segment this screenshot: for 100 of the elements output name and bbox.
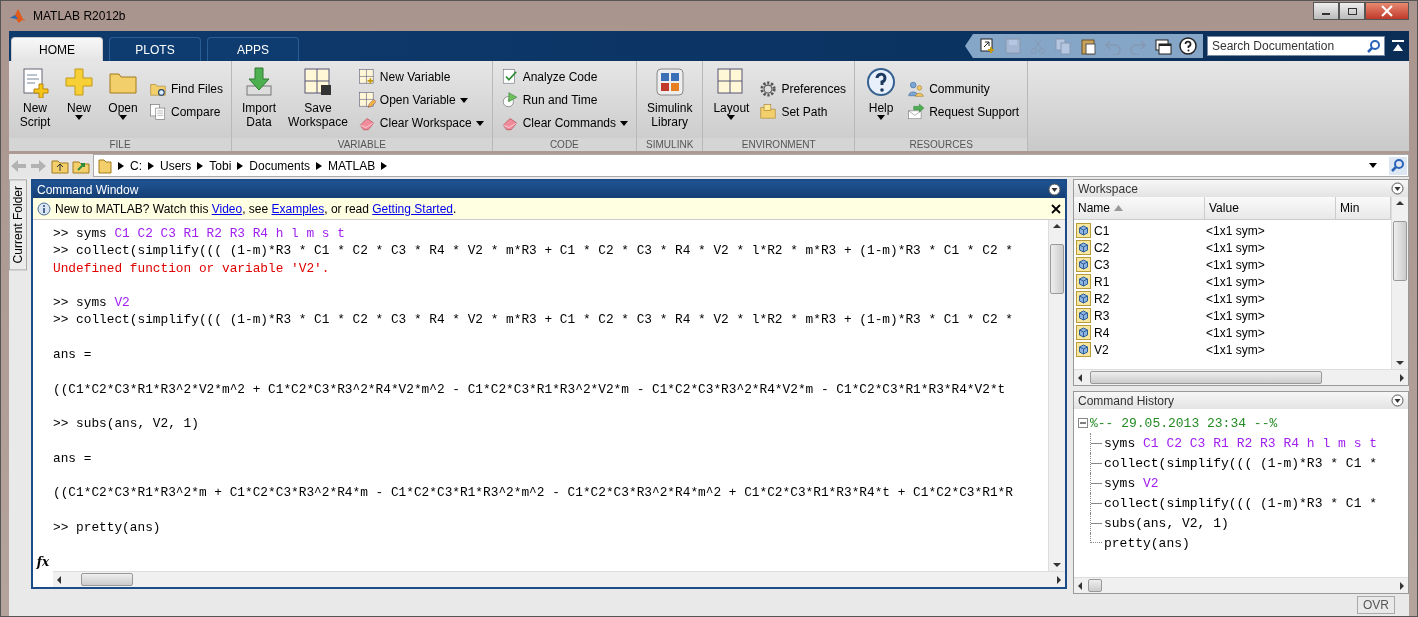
shortcut-icon[interactable]: [979, 37, 997, 55]
ribbon-button[interactable]: Clear Commands: [498, 113, 631, 133]
variable-name[interactable]: R3: [1094, 308, 1110, 323]
minimize-button[interactable]: [1313, 2, 1339, 20]
scrollbar-thumb[interactable]: [1088, 579, 1102, 592]
link[interactable]: Getting Started: [372, 201, 453, 216]
path-segment[interactable]: C:: [130, 158, 142, 173]
ribbon-button[interactable]: Find Files: [147, 78, 225, 99]
ribbon-button[interactable]: Set Path: [757, 101, 849, 122]
scrollbar-thumb[interactable]: [81, 573, 133, 586]
ribbon-button[interactable]: Community: [905, 78, 1022, 99]
ribbon-button[interactable]: Compare: [147, 101, 225, 122]
search-icon[interactable]: [1389, 156, 1407, 175]
history-session-label[interactable]: %-- 29.05.2013 23:34 --%: [1090, 415, 1278, 431]
cube-icon: [1076, 274, 1091, 289]
history-entry[interactable]: pretty(ans): [1102, 535, 1190, 551]
scrollbar-thumb[interactable]: [1050, 244, 1064, 294]
ribbon-button[interactable]: Save Workspace: [284, 64, 352, 138]
panel-menu-icon[interactable]: [1048, 183, 1061, 196]
close-button[interactable]: [1365, 2, 1409, 20]
maximize-button[interactable]: [1339, 2, 1365, 20]
section-title: SIMULINK: [637, 138, 703, 151]
horizontal-scrollbar[interactable]: [1074, 369, 1408, 385]
ribbon-button[interactable]: Simulink Library: [643, 64, 697, 138]
ribbon-button[interactable]: New: [59, 64, 99, 138]
scrollbar-thumb[interactable]: [1393, 221, 1407, 281]
variable-name[interactable]: C3: [1094, 257, 1110, 272]
history-entry[interactable]: subs(ans, V2, 1): [1102, 515, 1229, 531]
dropdown-caret-icon[interactable]: [1369, 163, 1377, 168]
ribbon-button[interactable]: New Variable: [355, 67, 486, 87]
search-icon[interactable]: [1367, 39, 1381, 53]
chevron-icon[interactable]: [197, 161, 204, 170]
panel-menu-icon[interactable]: [1391, 394, 1404, 407]
download-arrow-icon: [243, 66, 275, 98]
current-folder-tab[interactable]: Current Folder: [9, 179, 27, 271]
variable-name[interactable]: R2: [1094, 291, 1110, 306]
column-header[interactable]: Value: [1205, 197, 1336, 219]
path-segment[interactable]: Tobi: [209, 158, 232, 173]
ribbon-button[interactable]: Run and Time: [498, 90, 631, 110]
variable-value: <1x1 sym>: [1206, 308, 1265, 323]
function-browser-button[interactable]: fx: [36, 555, 50, 569]
info-icon: [37, 201, 51, 216]
output-line: ans =: [53, 449, 92, 468]
horizontal-scrollbar[interactable]: [1074, 577, 1408, 593]
windows-icon[interactable]: [1154, 37, 1172, 55]
panel-menu-icon[interactable]: [1391, 182, 1404, 195]
chevron-icon[interactable]: [381, 161, 388, 170]
ribbon-button[interactable]: Layout: [709, 64, 754, 138]
path-segment[interactable]: Users: [160, 158, 192, 173]
path-segment[interactable]: MATLAB: [328, 158, 376, 173]
column-header[interactable]: Name: [1074, 197, 1205, 219]
vertical-scrollbar[interactable]: [1391, 197, 1408, 369]
scrollbar-thumb[interactable]: [1090, 371, 1322, 384]
ribbon-button[interactable]: Analyze Code: [498, 67, 631, 87]
path-field[interactable]: C: Users Tobi Documents MATLAB: [93, 154, 1409, 177]
history-entry[interactable]: syms C1 C2 C3 R1 R2 R3 R4 h l m s t: [1102, 435, 1378, 451]
clipboard-icon[interactable]: [1079, 37, 1097, 55]
cube-icon: [1076, 342, 1091, 357]
section-title: FILE: [9, 138, 231, 151]
help-icon: [865, 66, 898, 98]
chevron-icon[interactable]: [316, 161, 323, 170]
ribbon-button[interactable]: Open Variable: [355, 90, 486, 110]
variable-name[interactable]: V2: [1094, 342, 1109, 357]
grid-pencil-icon: [357, 91, 376, 109]
info-message: New to MATLAB? Watch this Video, see Examples, or read Getting Started.: [55, 201, 458, 216]
variable-name[interactable]: R1: [1094, 274, 1110, 289]
ribbon-tab[interactable]: APPS: [207, 37, 299, 61]
help-icon[interactable]: [1179, 37, 1197, 55]
variable-value: <1x1 sym>: [1206, 325, 1265, 340]
variable-name[interactable]: R4: [1094, 325, 1110, 340]
history-entry[interactable]: syms V2: [1102, 475, 1159, 491]
variable-value: <1x1 sym>: [1206, 257, 1265, 272]
collapse-ribbon-icon[interactable]: [1391, 39, 1405, 53]
chevron-icon[interactable]: [148, 161, 154, 170]
error-message: Undefined function or variable 'V2'.: [53, 259, 330, 277]
chevron-icon[interactable]: [118, 161, 124, 170]
ribbon-button[interactable]: Clear Workspace: [355, 113, 486, 133]
search-field[interactable]: Search Documentation: [1207, 36, 1385, 56]
ribbon-button[interactable]: Open: [103, 64, 143, 138]
ribbon-tab[interactable]: PLOTS: [109, 37, 201, 61]
variable-name[interactable]: C2: [1094, 240, 1110, 255]
stopwatch-icon: [500, 91, 519, 109]
horizontal-scrollbar[interactable]: [53, 571, 1065, 587]
ribbon-button[interactable]: Help: [861, 64, 902, 138]
close-icon[interactable]: [1051, 203, 1061, 214]
history-entry[interactable]: collect(simplify((( (1-m)*R3 * C1 *: [1102, 455, 1378, 471]
cube-icon: [1076, 308, 1091, 323]
ribbon-button[interactable]: Preferences: [757, 78, 849, 99]
collapse-toggle-icon[interactable]: [1078, 418, 1088, 428]
grid-disk-icon: [301, 66, 334, 98]
ribbon-button[interactable]: New Script: [15, 64, 55, 138]
history-entry[interactable]: collect(simplify((( (1-m)*R3 * C1 *: [1102, 495, 1378, 511]
ribbon-tab[interactable]: HOME: [11, 37, 103, 61]
ribbon-button[interactable]: Request Support: [905, 101, 1022, 122]
path-segment[interactable]: Documents: [249, 158, 311, 173]
section-title: RESOURCES: [855, 138, 1028, 151]
vertical-scrollbar[interactable]: [1048, 220, 1065, 571]
ribbon-button[interactable]: Import Data: [238, 64, 281, 138]
variable-name[interactable]: C1: [1094, 223, 1110, 238]
chevron-icon[interactable]: [237, 161, 244, 170]
